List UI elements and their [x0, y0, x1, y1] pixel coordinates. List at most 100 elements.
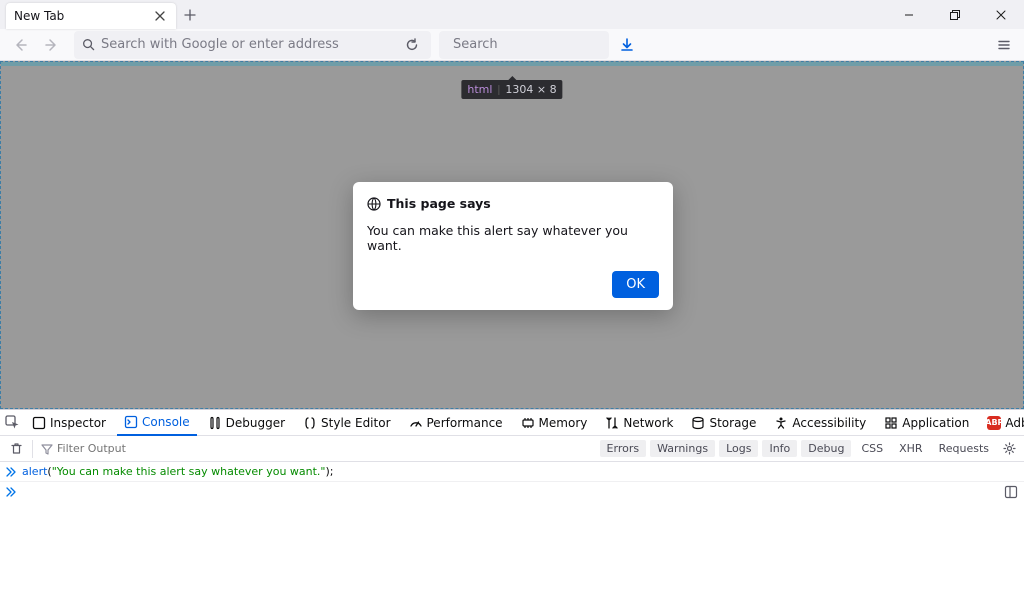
tab-label: Console	[142, 415, 190, 429]
editor-toggle-icon	[1004, 485, 1018, 499]
code-fn: alert	[22, 465, 47, 478]
tab-label: Performance	[427, 416, 503, 430]
search-input[interactable]	[453, 37, 623, 52]
app-menu-button[interactable]	[990, 31, 1018, 59]
filter-xhr[interactable]: XHR	[893, 440, 928, 457]
separator	[32, 440, 33, 458]
search-bar[interactable]	[439, 31, 609, 59]
tab-network[interactable]: Network	[598, 410, 680, 435]
code-punct-close: );	[326, 465, 334, 478]
tab-label: Style Editor	[321, 416, 390, 430]
window-maximize-button[interactable]	[932, 0, 978, 29]
tab-inspector[interactable]: Inspector	[25, 410, 113, 435]
adblock-icon: ABP	[987, 416, 1001, 430]
nav-toolbar	[0, 29, 1024, 61]
arrow-right-icon	[44, 37, 60, 53]
element-picker-icon	[5, 415, 20, 430]
tab-label: Adblock Plus	[1005, 416, 1024, 430]
alert-ok-button[interactable]: OK	[612, 271, 659, 298]
tab-adblock[interactable]: ABP Adblock Plus	[980, 410, 1024, 435]
filter-warnings[interactable]: Warnings	[650, 440, 715, 457]
tab-label: Application	[902, 416, 969, 430]
window-minimize-button[interactable]	[886, 0, 932, 29]
filter-logs[interactable]: Logs	[719, 440, 758, 457]
tab-console[interactable]: Console	[117, 411, 197, 436]
alert-dialog: This page says You can make this alert s…	[353, 182, 673, 310]
filter-icon	[41, 443, 53, 455]
tab-application[interactable]: Application	[877, 410, 976, 435]
downloads-button[interactable]	[613, 31, 641, 59]
network-icon	[605, 416, 619, 430]
memory-icon	[521, 416, 535, 430]
close-icon	[155, 11, 165, 21]
inspector-dimension-tooltip: html 1304 × 8	[461, 80, 562, 99]
back-button[interactable]	[6, 31, 34, 59]
console-prompt-icon	[6, 487, 16, 497]
storage-icon	[691, 416, 705, 430]
performance-icon	[409, 416, 423, 430]
tab-accessibility[interactable]: Accessibility	[767, 410, 873, 435]
url-input[interactable]	[101, 37, 395, 52]
filter-info[interactable]: Info	[762, 440, 797, 457]
plus-icon	[184, 9, 196, 21]
console-icon	[124, 415, 138, 429]
console-output-line: alert("You can make this alert say whate…	[0, 462, 1024, 482]
window-titlebar: New Tab	[0, 0, 1024, 29]
console-input-line[interactable]	[0, 482, 1024, 502]
window-close-button[interactable]	[978, 0, 1024, 29]
tab-title: New Tab	[14, 9, 152, 23]
tab-label: Inspector	[50, 416, 106, 430]
application-icon	[884, 416, 898, 430]
accessibility-icon	[774, 416, 788, 430]
minimize-icon	[904, 10, 914, 20]
clear-console-button[interactable]	[4, 442, 28, 455]
trash-icon	[10, 442, 23, 455]
tabs-area: New Tab	[0, 0, 886, 29]
page-content: html 1304 × 8 This page says You can mak…	[0, 61, 1024, 409]
tab-label: Network	[623, 416, 673, 430]
filter-requests[interactable]: Requests	[933, 440, 995, 457]
console-filter-bar: Errors Warnings Logs Info Debug CSS XHR …	[0, 436, 1024, 462]
tab-style-editor[interactable]: Style Editor	[296, 410, 397, 435]
element-picker-button[interactable]	[5, 411, 20, 435]
window-controls	[886, 0, 1024, 29]
tab-close-button[interactable]	[152, 8, 168, 24]
search-icon	[82, 38, 95, 51]
console-prompt-icon	[6, 467, 16, 477]
filter-debug[interactable]: Debug	[801, 440, 851, 457]
maximize-icon	[950, 10, 960, 20]
reload-icon	[405, 38, 419, 52]
close-icon	[996, 10, 1006, 20]
separator	[498, 85, 499, 95]
globe-icon	[367, 197, 381, 211]
tab-storage[interactable]: Storage	[684, 410, 763, 435]
reload-button[interactable]	[401, 34, 423, 56]
browser-tab[interactable]: New Tab	[6, 3, 176, 29]
hamburger-icon	[997, 38, 1011, 52]
url-bar[interactable]	[74, 31, 431, 59]
filter-input[interactable]	[57, 442, 197, 455]
devtools-panel: Inspector Console Debugger Style Editor …	[0, 409, 1024, 603]
alert-actions: OK	[367, 271, 659, 298]
tab-performance[interactable]: Performance	[402, 410, 510, 435]
new-tab-button[interactable]	[176, 1, 204, 29]
editor-toggle-button[interactable]	[1004, 485, 1018, 499]
tab-memory[interactable]: Memory	[514, 410, 595, 435]
inspector-tag: html	[467, 83, 492, 96]
tab-debugger[interactable]: Debugger	[201, 410, 292, 435]
gear-icon	[1003, 442, 1016, 455]
filter-errors[interactable]: Errors	[600, 440, 647, 457]
tab-label: Accessibility	[792, 416, 866, 430]
console-settings-button[interactable]	[999, 442, 1020, 455]
alert-message: You can make this alert say whatever you…	[367, 223, 659, 253]
devtools-tabbar: Inspector Console Debugger Style Editor …	[0, 410, 1024, 436]
forward-button[interactable]	[38, 31, 66, 59]
code-string: "You can make this alert say whatever yo…	[52, 465, 326, 478]
filter-css[interactable]: CSS	[855, 440, 889, 457]
arrow-left-icon	[12, 37, 28, 53]
tab-label: Storage	[709, 416, 756, 430]
inspector-icon	[32, 416, 46, 430]
filter-wrap	[37, 442, 201, 455]
inspector-dimensions: 1304 × 8	[505, 83, 556, 96]
style-editor-icon	[303, 416, 317, 430]
